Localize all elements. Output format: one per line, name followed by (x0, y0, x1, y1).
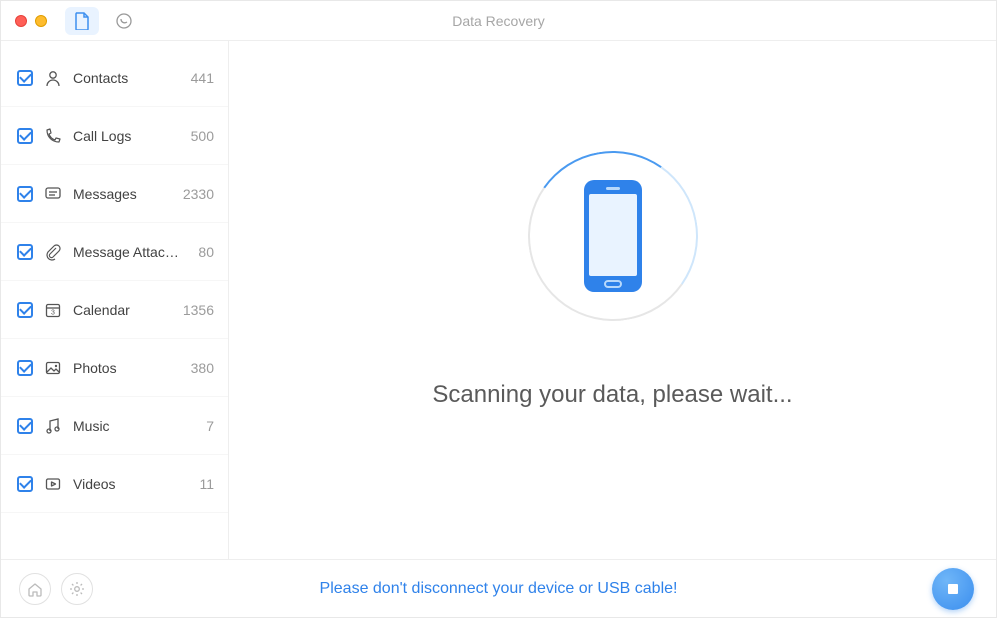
sidebar-item-contacts[interactable]: Contacts 441 (1, 49, 228, 107)
circle-icon (115, 12, 133, 30)
music-icon (43, 416, 63, 436)
sidebar-item-label: Calendar (73, 302, 173, 318)
gear-icon (69, 581, 85, 597)
sidebar-item-label: Videos (73, 476, 189, 492)
sidebar-item-label: Contacts (73, 70, 181, 86)
checkbox-icon[interactable] (17, 360, 33, 376)
scan-status-text: Scanning your data, please wait... (432, 381, 792, 409)
document-icon (74, 12, 90, 30)
sidebar-item-label: Messages (73, 186, 173, 202)
sidebar-item-calendar[interactable]: 3 Calendar 1356 (1, 281, 228, 339)
sidebar-item-count: 80 (198, 244, 214, 260)
sidebar-item-label: Music (73, 418, 196, 434)
title-bar: Data Recovery (1, 1, 996, 41)
close-window-icon[interactable] (15, 15, 27, 27)
videos-icon (43, 474, 63, 494)
calendar-icon: 3 (43, 300, 63, 320)
footer: Please don't disconnect your device or U… (1, 559, 996, 617)
window-controls (1, 15, 47, 27)
app-window: Data Recovery Contacts 441 Call Logs 500 (0, 0, 997, 618)
sidebar-item-count: 11 (199, 476, 214, 492)
sidebar-item-videos[interactable]: Videos 11 (1, 455, 228, 513)
checkbox-icon[interactable] (17, 128, 33, 144)
mode-tabs (65, 7, 141, 35)
tab-device-data[interactable] (65, 7, 99, 35)
stop-button[interactable] (932, 568, 974, 610)
sidebar[interactable]: Contacts 441 Call Logs 500 Messages 2330 (1, 41, 229, 559)
footer-left-buttons (19, 573, 93, 605)
sidebar-item-label: Photos (73, 360, 181, 376)
home-button[interactable] (19, 573, 51, 605)
body: Contacts 441 Call Logs 500 Messages 2330 (1, 41, 996, 559)
stop-icon (948, 584, 958, 594)
checkbox-icon[interactable] (17, 244, 33, 260)
sidebar-item-calllogs[interactable]: Call Logs 500 (1, 107, 228, 165)
svg-text:3: 3 (51, 309, 55, 316)
sidebar-item-message-attachments[interactable]: Message Attac… 80 (1, 223, 228, 281)
sidebar-item-music[interactable]: Music 7 (1, 397, 228, 455)
sidebar-item-count: 441 (191, 70, 214, 86)
sidebar-item-photos[interactable]: Photos 380 (1, 339, 228, 397)
sidebar-item-count: 2330 (183, 186, 214, 202)
checkbox-icon[interactable] (17, 302, 33, 318)
footer-warning: Please don't disconnect your device or U… (320, 580, 678, 598)
sidebar-item-count: 380 (191, 360, 214, 376)
sidebar-item-count: 7 (206, 418, 214, 434)
sidebar-item-label: Message Attac… (73, 244, 188, 260)
sidebar-item-messages[interactable]: Messages 2330 (1, 165, 228, 223)
scan-progress-ring (528, 151, 698, 321)
sidebar-item-count: 1356 (183, 302, 214, 318)
main-panel: Scanning your data, please wait... (229, 41, 996, 559)
checkbox-icon[interactable] (17, 476, 33, 492)
window-title: Data Recovery (452, 13, 545, 29)
checkbox-icon[interactable] (17, 418, 33, 434)
attachment-icon (43, 242, 63, 262)
settings-button[interactable] (61, 573, 93, 605)
phone-icon (584, 180, 642, 292)
minimize-window-icon[interactable] (35, 15, 47, 27)
tab-secondary[interactable] (107, 7, 141, 35)
sidebar-item-count: 500 (191, 128, 214, 144)
contacts-icon (43, 68, 63, 88)
phone-icon (43, 126, 63, 146)
photos-icon (43, 358, 63, 378)
home-icon (27, 581, 43, 597)
checkbox-icon[interactable] (17, 186, 33, 202)
checkbox-icon[interactable] (17, 70, 33, 86)
message-icon (43, 184, 63, 204)
sidebar-item-label: Call Logs (73, 128, 181, 144)
